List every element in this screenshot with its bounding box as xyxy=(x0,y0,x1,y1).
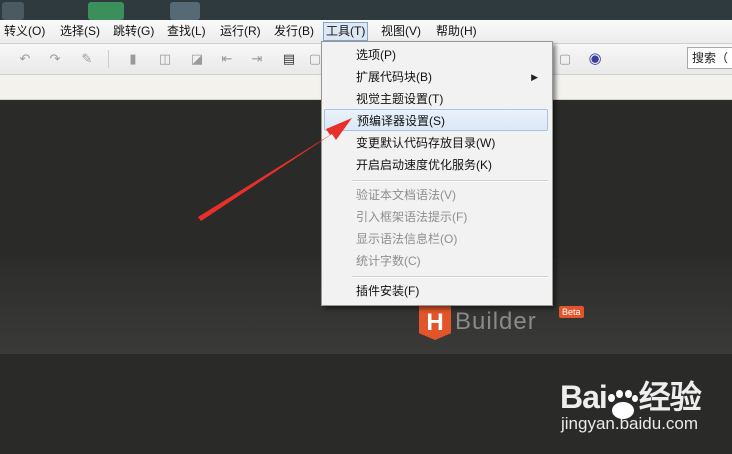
annotation-arrow xyxy=(198,118,352,221)
red-arrow-icon xyxy=(198,118,352,221)
